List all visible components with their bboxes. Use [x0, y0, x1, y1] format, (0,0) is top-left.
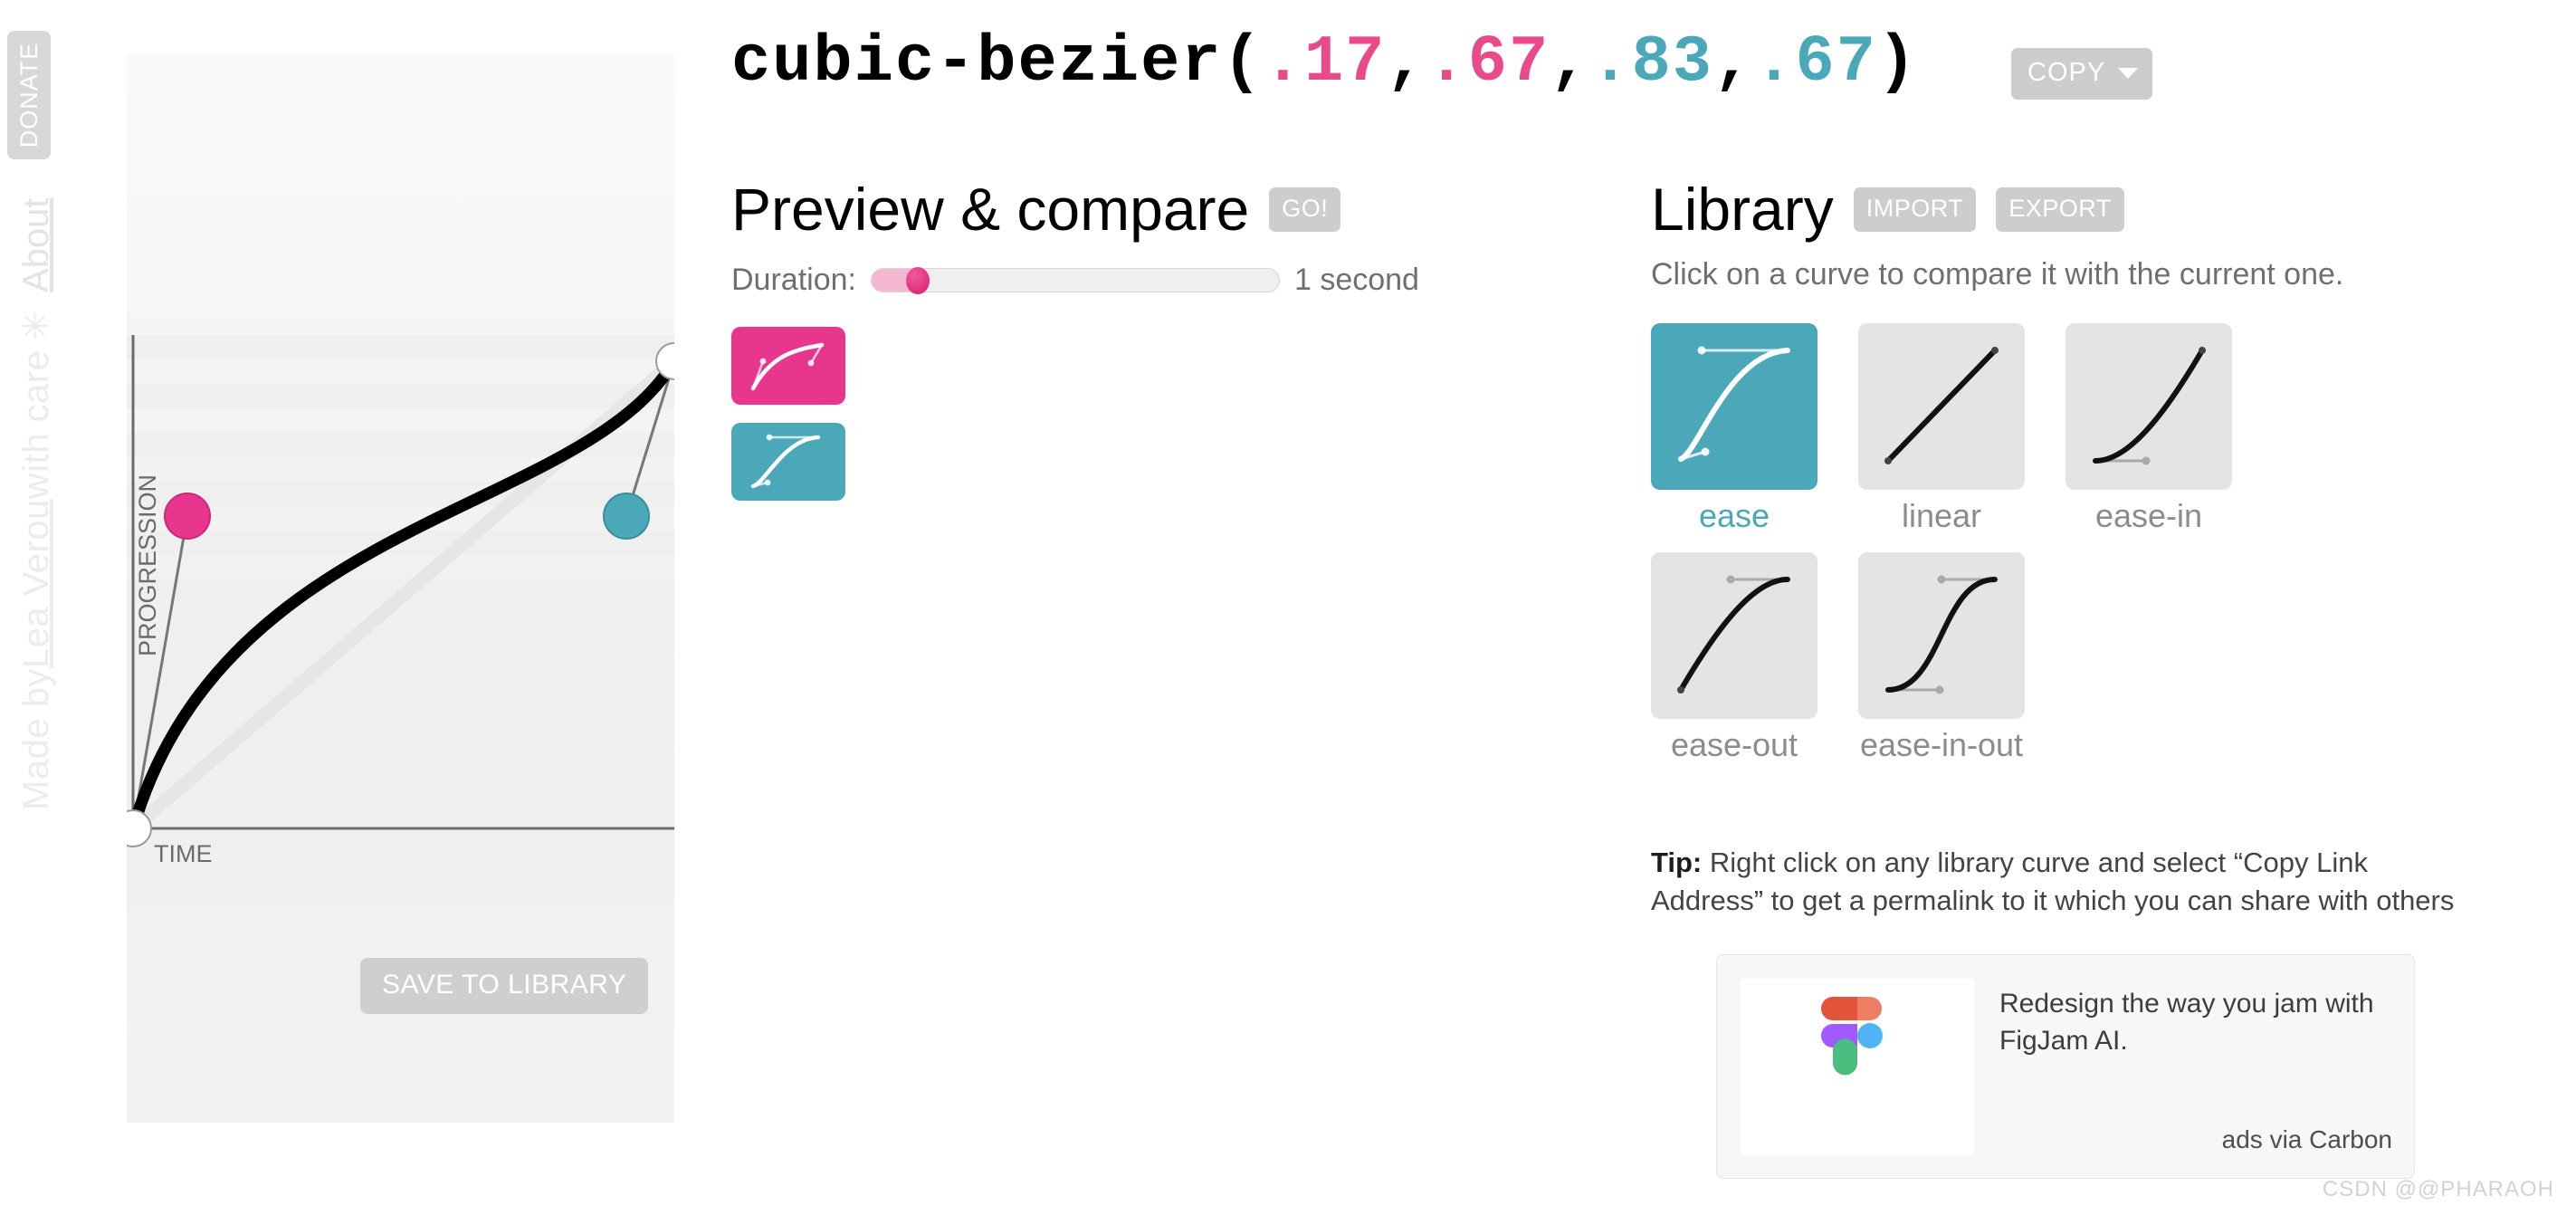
library-title: Library	[1651, 176, 1834, 243]
flower-icon: ✳	[16, 311, 56, 341]
tip-bold-label: Tip:	[1651, 847, 1703, 878]
duration-label: Duration:	[731, 263, 856, 297]
credit-prefix: Made by	[15, 668, 56, 810]
preview-section: Preview & compare GO! Duration: 1 second	[731, 179, 1636, 501]
library-grid: ease linear ease-in ease-out ease-in-out	[1651, 323, 2538, 765]
bezier-curve-svg: PROGRESSION TIME	[127, 335, 674, 897]
author-link[interactable]: Lea Verou	[16, 499, 57, 668]
about-link[interactable]: About	[16, 198, 57, 302]
control-point-1-handle	[164, 493, 211, 540]
formula-comma-2: ,	[1550, 25, 1591, 100]
library-label-ease-out: ease-out	[1670, 726, 1798, 763]
ad-image[interactable]	[1741, 979, 1974, 1156]
library-curve-ease-in-out	[1885, 575, 1998, 694]
credit-suffix: with care	[15, 349, 56, 500]
library-section: Library IMPORT EXPORT Click on a curve t…	[1651, 179, 2538, 765]
copy-label: COPY	[2027, 58, 2106, 87]
library-curve-ease-in	[2093, 347, 2206, 465]
library-subtitle: Click on a curve to compare it with the …	[1651, 257, 2344, 292]
library-label-ease-in-out: ease-in-out	[1859, 726, 2024, 763]
preview-swatch-current-curve	[750, 342, 825, 391]
preview-header: Preview & compare GO!	[731, 179, 1636, 239]
library-thumb-linear[interactable]	[1858, 323, 2025, 490]
ad-credit[interactable]: ads via Carbon	[2222, 1125, 2392, 1154]
chevron-down-icon[interactable]	[2118, 67, 2139, 79]
export-button[interactable]: EXPORT	[1996, 187, 2124, 232]
tip-body: Right click on any library curve and sel…	[1651, 847, 2455, 916]
preview-title: Preview & compare	[731, 176, 1250, 243]
library-label-ease: ease	[1698, 497, 1770, 534]
bezier-formula: cubic-bezier(.17,.67,.83,.67)	[731, 25, 1918, 100]
save-to-library-button[interactable]: SAVE TO LIBRARY	[360, 958, 649, 1014]
preview-swatch-compare-curve	[750, 434, 821, 489]
library-curve-ease-out	[1677, 575, 1790, 694]
copy-button[interactable]: COPY	[2011, 48, 2153, 100]
library-tip: Tip: Right click on any library curve an…	[1651, 844, 2484, 920]
library-item-ease[interactable]: ease	[1651, 323, 1818, 536]
ad-text[interactable]: Redesign the way you jam with FigJam AI.	[1999, 986, 2394, 1059]
library-item-ease-out[interactable]: ease-out	[1651, 552, 1818, 765]
ad-banner[interactable]: Redesign the way you jam with FigJam AI.…	[1716, 954, 2415, 1179]
import-button[interactable]: IMPORT	[1853, 187, 1977, 232]
library-item-ease-in-out[interactable]: ease-in-out	[1858, 552, 2025, 765]
formula-comma-3: ,	[1713, 25, 1755, 100]
library-thumb-ease-out[interactable]	[1651, 552, 1818, 719]
x-axis-label: TIME	[154, 840, 213, 867]
formula-function-name: cubic-bezier(	[731, 25, 1264, 100]
formula-x1[interactable]: .17	[1264, 25, 1387, 100]
duration-row: Duration: 1 second	[731, 263, 1636, 298]
figma-logo-icon	[1821, 997, 1883, 1076]
preview-swatch-compare[interactable]	[731, 423, 845, 501]
go-button[interactable]: GO!	[1269, 187, 1341, 232]
credit-line: Made by Lea Verou with care ✳ About	[8, 0, 64, 810]
library-label-linear: linear	[1901, 497, 1982, 534]
library-curve-linear	[1884, 347, 1999, 464]
formula-comma-1: ,	[1386, 25, 1427, 100]
control-point-2-handle	[603, 493, 650, 540]
duration-value: 1 second	[1293, 263, 1419, 297]
library-label-ease-in: ease-in	[2094, 497, 2203, 534]
bezier-curve-canvas[interactable]: PROGRESSION TIME	[127, 335, 674, 904]
y-axis-label: PROGRESSION	[134, 474, 161, 656]
library-thumb-ease[interactable]	[1651, 323, 1818, 490]
library-curve-ease	[1678, 346, 1790, 462]
left-sidebar: DONATE Made by Lea Verou with care ✳ Abo…	[0, 0, 67, 1215]
library-item-ease-in[interactable]: ease-in	[2066, 323, 2232, 536]
preview-swatch-current[interactable]	[731, 327, 845, 405]
duration-slider[interactable]	[870, 266, 1280, 294]
grid-stripes	[127, 335, 674, 897]
preview-swatches	[731, 327, 1636, 501]
duration-slider-thumb[interactable]	[905, 266, 930, 294]
formula-y1[interactable]: .67	[1427, 25, 1550, 100]
formula-x2[interactable]: .83	[1590, 25, 1713, 100]
app-root: DONATE Made by Lea Verou with care ✳ Abo…	[0, 0, 2576, 1215]
library-thumb-ease-in[interactable]	[2066, 323, 2232, 490]
library-thumb-ease-in-out[interactable]	[1858, 552, 2025, 719]
library-item-linear[interactable]: linear	[1858, 323, 2025, 536]
ad-body: Redesign the way you jam with FigJam AI.…	[1974, 979, 2414, 1178]
formula-close-paren: )	[1876, 25, 1919, 100]
library-header: Library IMPORT EXPORT	[1651, 179, 2538, 239]
formula-y2[interactable]: .67	[1754, 25, 1877, 100]
watermark: CSDN @@PHARAOH	[2322, 1177, 2554, 1201]
